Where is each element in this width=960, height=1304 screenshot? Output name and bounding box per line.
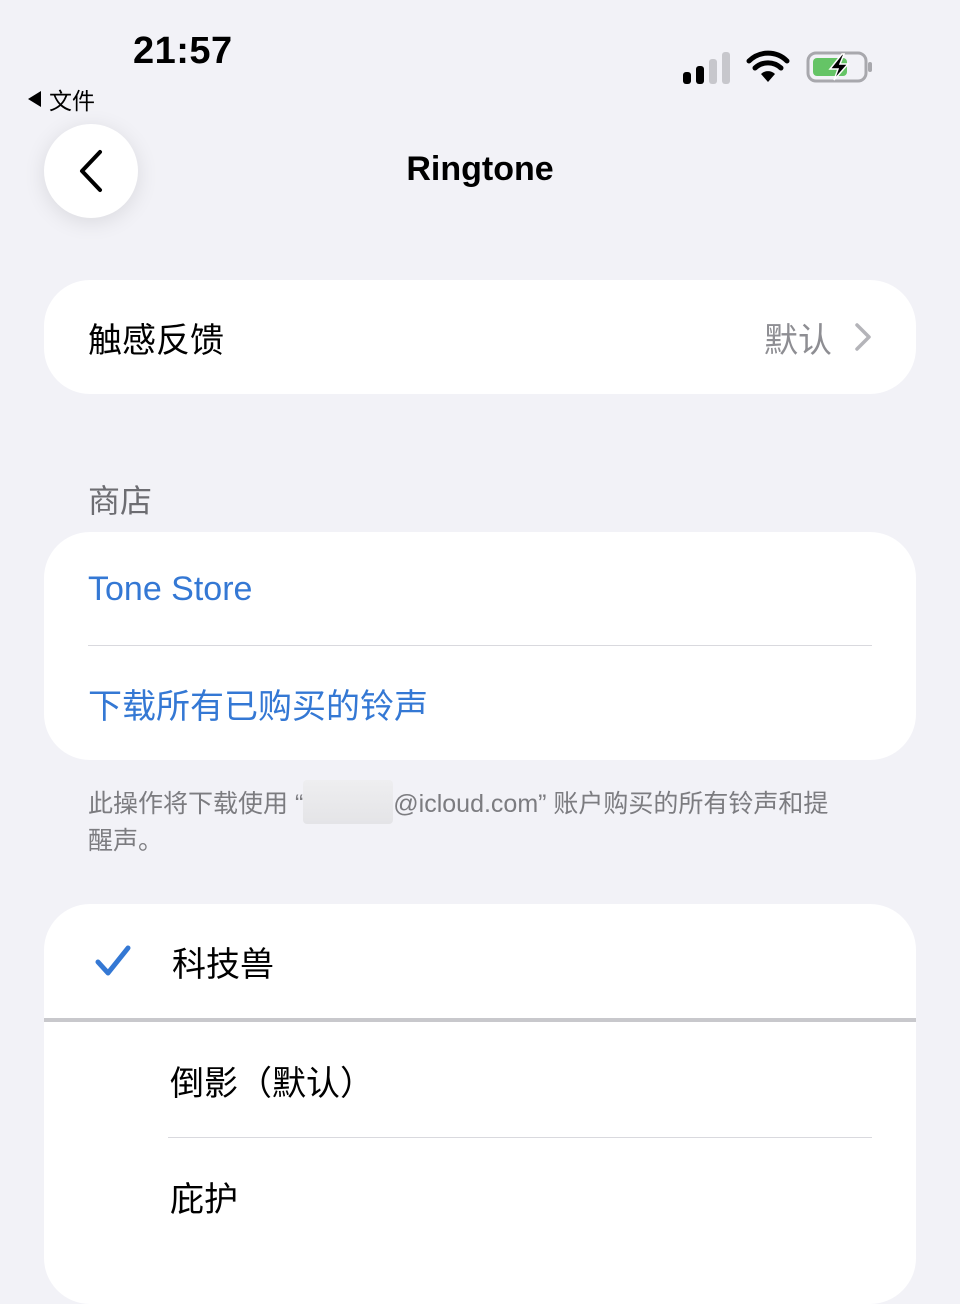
tone-store-label: Tone Store [88,569,253,608]
store-footnote: 此操作将下载使用 “@icloud.com” 账户购买的所有铃声和提醒声。 [88,780,848,858]
download-purchased-label: 下载所有已购买的铃声 [88,687,428,726]
download-purchased-tones-link[interactable]: 下载所有已购买的铃声 [44,646,916,760]
haptics-card: 触感反馈 默认 [44,280,916,394]
haptics-value: 默认 [764,321,832,360]
ringtone-item-selected[interactable]: 科技兽 [44,904,916,1018]
status-time: 21:57 [133,30,233,72]
ringtone-label: 庇护 [170,1180,238,1219]
redacted-email [303,780,394,824]
haptics-row[interactable]: 触感反馈 默认 [44,280,916,394]
chevron-right-icon [855,323,871,351]
status-icons [683,50,874,84]
footnote-prefix: 此操作将下载使用 “ [88,790,304,818]
ringtone-list-card: 科技兽 倒影（默认） 庇护 [44,904,916,1304]
tone-store-link[interactable]: Tone Store [44,532,916,646]
back-to-app-link[interactable]: 文件 [28,82,95,116]
store-card: Tone Store 下载所有已购买的铃声 [44,532,916,760]
wifi-icon [746,50,790,82]
haptics-label: 触感反馈 [88,321,224,360]
battery-charging-icon [806,51,872,83]
checkmark-icon [95,945,131,976]
ringtone-label: 科技兽 [172,945,274,984]
back-triangle-icon [28,91,41,107]
ringtone-item[interactable]: 倒影（默认） [44,1022,916,1138]
back-app-label: 文件 [49,88,95,114]
ringtone-item[interactable]: 庇护 [44,1138,916,1254]
page-title: Ringtone [406,150,554,188]
ringtone-label: 倒影（默认） [170,1064,374,1103]
cellular-signal-icon [683,50,730,84]
store-section-label: 商店 [88,483,153,519]
